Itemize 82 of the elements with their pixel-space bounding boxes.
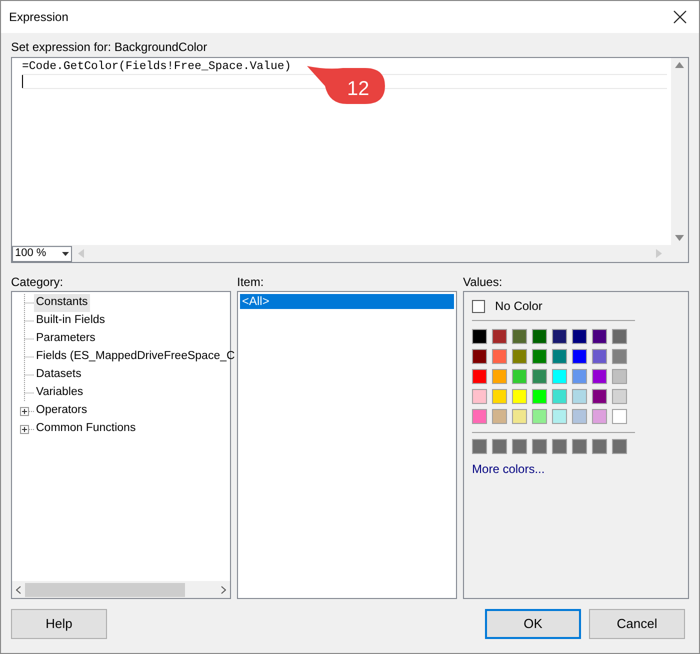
color-swatch[interactable] <box>572 409 588 424</box>
color-swatch[interactable] <box>492 389 508 404</box>
close-icon[interactable] <box>673 10 687 24</box>
category-item[interactable]: Variables <box>34 384 86 402</box>
color-swatch[interactable] <box>472 409 488 424</box>
color-swatch[interactable] <box>512 329 528 344</box>
color-swatch[interactable] <box>512 369 528 384</box>
color-swatch[interactable] <box>532 329 548 344</box>
window-title: Expression <box>9 9 68 26</box>
expand-icon[interactable] <box>20 406 34 416</box>
color-swatch[interactable] <box>572 349 588 364</box>
color-swatch[interactable] <box>612 329 628 344</box>
color-swatch[interactable] <box>532 409 548 424</box>
list-item[interactable]: <All> <box>240 294 454 309</box>
color-swatch[interactable] <box>612 369 628 384</box>
category-item[interactable]: Constants <box>34 294 90 312</box>
vertical-scrollbar[interactable] <box>671 58 688 245</box>
horizontal-scrollbar[interactable] <box>12 581 230 598</box>
color-swatch[interactable] <box>612 409 628 424</box>
color-swatch[interactable] <box>612 349 628 364</box>
more-colors-link[interactable]: More colors... <box>472 460 680 478</box>
scroll-down-icon[interactable] <box>675 235 684 241</box>
color-swatch[interactable] <box>472 369 488 384</box>
color-swatch[interactable] <box>532 439 548 454</box>
zoom-dropdown[interactable]: 100 % <box>12 246 72 262</box>
category-label: Category: <box>11 274 64 291</box>
color-swatch[interactable] <box>572 439 588 454</box>
dialog-button[interactable]: Help <box>11 609 107 639</box>
scroll-right-icon[interactable] <box>221 586 226 594</box>
color-swatch[interactable] <box>532 369 548 384</box>
color-swatch[interactable] <box>492 369 508 384</box>
dialog-button[interactable]: OK <box>485 609 581 639</box>
category-item[interactable]: Datasets <box>34 366 84 384</box>
color-swatch[interactable] <box>592 349 608 364</box>
color-swatch[interactable] <box>512 409 528 424</box>
expression-text: =Code.GetColor(Fields!Free_Space.Value) <box>22 59 292 74</box>
color-swatch[interactable] <box>612 389 628 404</box>
no-color-checkbox[interactable] <box>472 300 486 312</box>
color-swatch[interactable] <box>472 389 488 404</box>
expression-label: Set expression for: BackgroundColor <box>11 39 208 56</box>
color-swatch[interactable] <box>552 439 568 454</box>
item-list[interactable]: <All> <box>237 291 458 599</box>
category-item[interactable]: Built-in Fields <box>34 312 108 330</box>
scroll-up-icon[interactable] <box>675 62 684 68</box>
category-item[interactable]: Operators <box>34 402 90 420</box>
color-swatch[interactable] <box>532 349 548 364</box>
color-swatch[interactable] <box>552 409 568 424</box>
color-swatch[interactable] <box>592 439 608 454</box>
color-swatch[interactable] <box>612 439 628 454</box>
color-swatch[interactable] <box>512 389 528 404</box>
item-label: Item: <box>237 274 265 291</box>
color-swatch[interactable] <box>472 329 488 344</box>
color-swatch[interactable] <box>592 369 608 384</box>
color-swatch[interactable] <box>472 349 488 364</box>
color-swatch[interactable] <box>532 389 548 404</box>
color-swatch[interactable] <box>552 369 568 384</box>
color-swatch[interactable] <box>552 329 568 344</box>
color-swatch[interactable] <box>552 389 568 404</box>
color-swatch[interactable] <box>492 439 508 454</box>
color-swatch[interactable] <box>572 389 588 404</box>
category-item[interactable]: Parameters <box>34 330 98 348</box>
color-swatch[interactable] <box>492 409 508 424</box>
dialog-button[interactable]: Cancel <box>589 609 685 639</box>
color-swatch[interactable] <box>552 349 568 364</box>
color-swatch[interactable] <box>492 349 508 364</box>
caret-icon <box>62 252 69 256</box>
color-swatch[interactable] <box>472 439 488 454</box>
callout: 12 <box>307 66 387 106</box>
category-item[interactable]: Common Functions <box>34 420 138 438</box>
color-swatch[interactable] <box>492 329 508 344</box>
color-swatch[interactable] <box>512 349 528 364</box>
no-color-label: No Color <box>495 298 542 315</box>
expand-icon[interactable] <box>20 424 34 434</box>
color-swatch[interactable] <box>572 369 588 384</box>
color-swatch[interactable] <box>572 329 588 344</box>
values-label: Values: <box>463 274 504 291</box>
color-swatch[interactable] <box>592 389 608 404</box>
color-swatch[interactable] <box>592 329 608 344</box>
scroll-left-icon[interactable] <box>16 586 21 594</box>
color-swatch[interactable] <box>512 439 528 454</box>
color-swatch[interactable] <box>592 409 608 424</box>
expression-editor[interactable]: =Code.GetColor(Fields!Free_Space.Value) 100 % 12 <box>11 57 689 263</box>
